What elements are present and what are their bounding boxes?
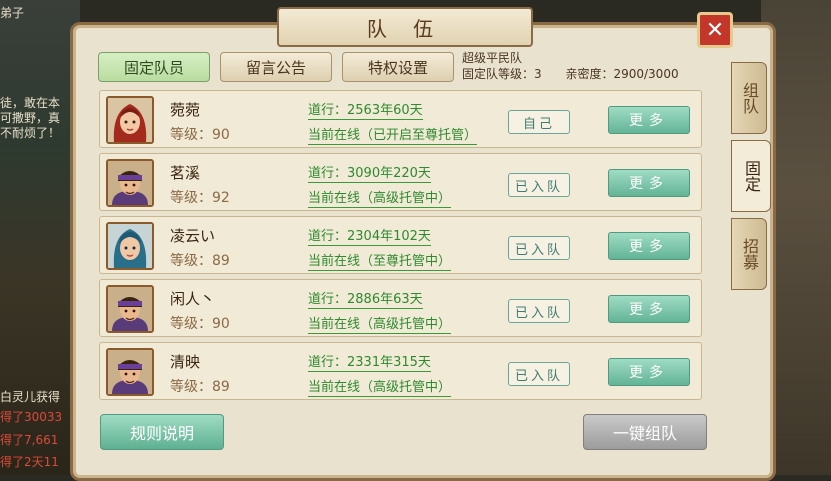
member-daoxing: 道行：3090年220天 (308, 162, 431, 183)
more-button[interactable]: 更多 (608, 232, 690, 260)
tab-bar: 固定队员 留言公告 特权设置 (98, 52, 454, 82)
member-status: 当前在线（已开启至尊托管） (308, 124, 478, 145)
chat-line: 可撒野，真 (0, 111, 61, 125)
member-level: 等级：89 (170, 379, 230, 395)
member-level: 等级：90 (170, 127, 230, 143)
member-row: 茗溪 等级：92 道行：3090年220天 当前在线（高级托管中） 已入队 更多 (99, 153, 702, 211)
avatar[interactable] (106, 285, 154, 333)
member-row: 清映 等级：89 道行：2331年315天 当前在线（高级托管中） 已入队 更多 (99, 342, 702, 400)
chat-line: 徒，敢在本 (0, 96, 61, 110)
member-name: 闲人丶 (170, 290, 216, 308)
member-level: 等级：89 (170, 253, 230, 269)
member-row: 凌云い 等级：89 道行：2304年102天 当前在线（至尊托管中） 已入队 更… (99, 216, 702, 274)
side-tab-team[interactable]: 组队 (731, 62, 767, 134)
member-name: 菀菀 (170, 101, 201, 119)
member-list: 菀菀 等级：90 道行：2563年60天 当前在线（已开启至尊托管） 自己 更多… (99, 90, 702, 405)
side-tabs: 组队 固定 招募 (731, 62, 771, 296)
team-info: 超级平民队 固定队等级：3 亲密度：2900/3000 (462, 50, 679, 82)
team-level: 固定队等级：3 (462, 67, 542, 81)
team-name: 超级平民队 (462, 51, 523, 65)
member-badge: 自己 (508, 110, 570, 134)
member-status: 当前在线（高级托管中） (308, 187, 452, 208)
member-badge: 已入队 (508, 362, 570, 386)
avatar[interactable] (106, 348, 154, 396)
chat-line: 得了7,661 (0, 433, 59, 447)
close-button[interactable]: ✕ (697, 12, 733, 48)
chat-line: 不耐烦了！ (0, 126, 61, 140)
avatar[interactable] (106, 159, 154, 207)
side-tab-recruit[interactable]: 招募 (731, 218, 767, 290)
member-level: 等级：92 (170, 190, 230, 206)
panel-title: 队 伍 (277, 7, 533, 47)
member-daoxing: 道行：2886年63天 (308, 288, 423, 309)
more-button[interactable]: 更多 (608, 169, 690, 197)
member-name: 茗溪 (170, 164, 201, 182)
member-row: 闲人丶 等级：90 道行：2886年63天 当前在线（高级托管中） 已入队 更多 (99, 279, 702, 337)
more-button[interactable]: 更多 (608, 106, 690, 134)
male-portrait-icon (108, 287, 152, 331)
member-status: 当前在线（至尊托管中） (308, 250, 452, 271)
member-daoxing: 道行：2563年60天 (308, 99, 423, 120)
avatar[interactable] (106, 96, 154, 144)
rules-button[interactable]: 规则说明 (100, 414, 224, 450)
member-name: 清映 (170, 353, 201, 371)
tab-privilege-settings[interactable]: 特权设置 (342, 52, 454, 82)
female-portrait-icon (108, 224, 152, 268)
chat-line: 得了30033 (0, 410, 63, 424)
tab-fixed-members[interactable]: 固定队员 (98, 52, 210, 82)
member-row: 菀菀 等级：90 道行：2563年60天 当前在线（已开启至尊托管） 自己 更多 (99, 90, 702, 148)
member-badge: 已入队 (508, 299, 570, 323)
avatar[interactable] (106, 222, 154, 270)
male-portrait-icon (108, 161, 152, 205)
member-name: 凌云い (170, 227, 216, 245)
one-click-team-button[interactable]: 一键组队 (583, 414, 707, 450)
chat-line: 白灵儿获得 (0, 390, 61, 404)
member-status: 当前在线（高级托管中） (308, 313, 452, 334)
chat-line: 弟子 (0, 6, 25, 20)
tab-notice[interactable]: 留言公告 (220, 52, 332, 82)
female-portrait-icon (108, 98, 152, 142)
more-button[interactable]: 更多 (608, 295, 690, 323)
member-daoxing: 道行：2331年315天 (308, 351, 431, 372)
member-level: 等级：90 (170, 316, 230, 332)
chat-line: 得了2天11 (0, 455, 59, 469)
member-status: 当前在线（高级托管中） (308, 376, 452, 397)
member-badge: 已入队 (508, 173, 570, 197)
member-badge: 已入队 (508, 236, 570, 260)
team-intimacy: 亲密度：2900/3000 (565, 67, 679, 81)
more-button[interactable]: 更多 (608, 358, 690, 386)
side-tab-fixed[interactable]: 固定 (731, 140, 771, 212)
male-portrait-icon (108, 350, 152, 394)
member-daoxing: 道行：2304年102天 (308, 225, 431, 246)
